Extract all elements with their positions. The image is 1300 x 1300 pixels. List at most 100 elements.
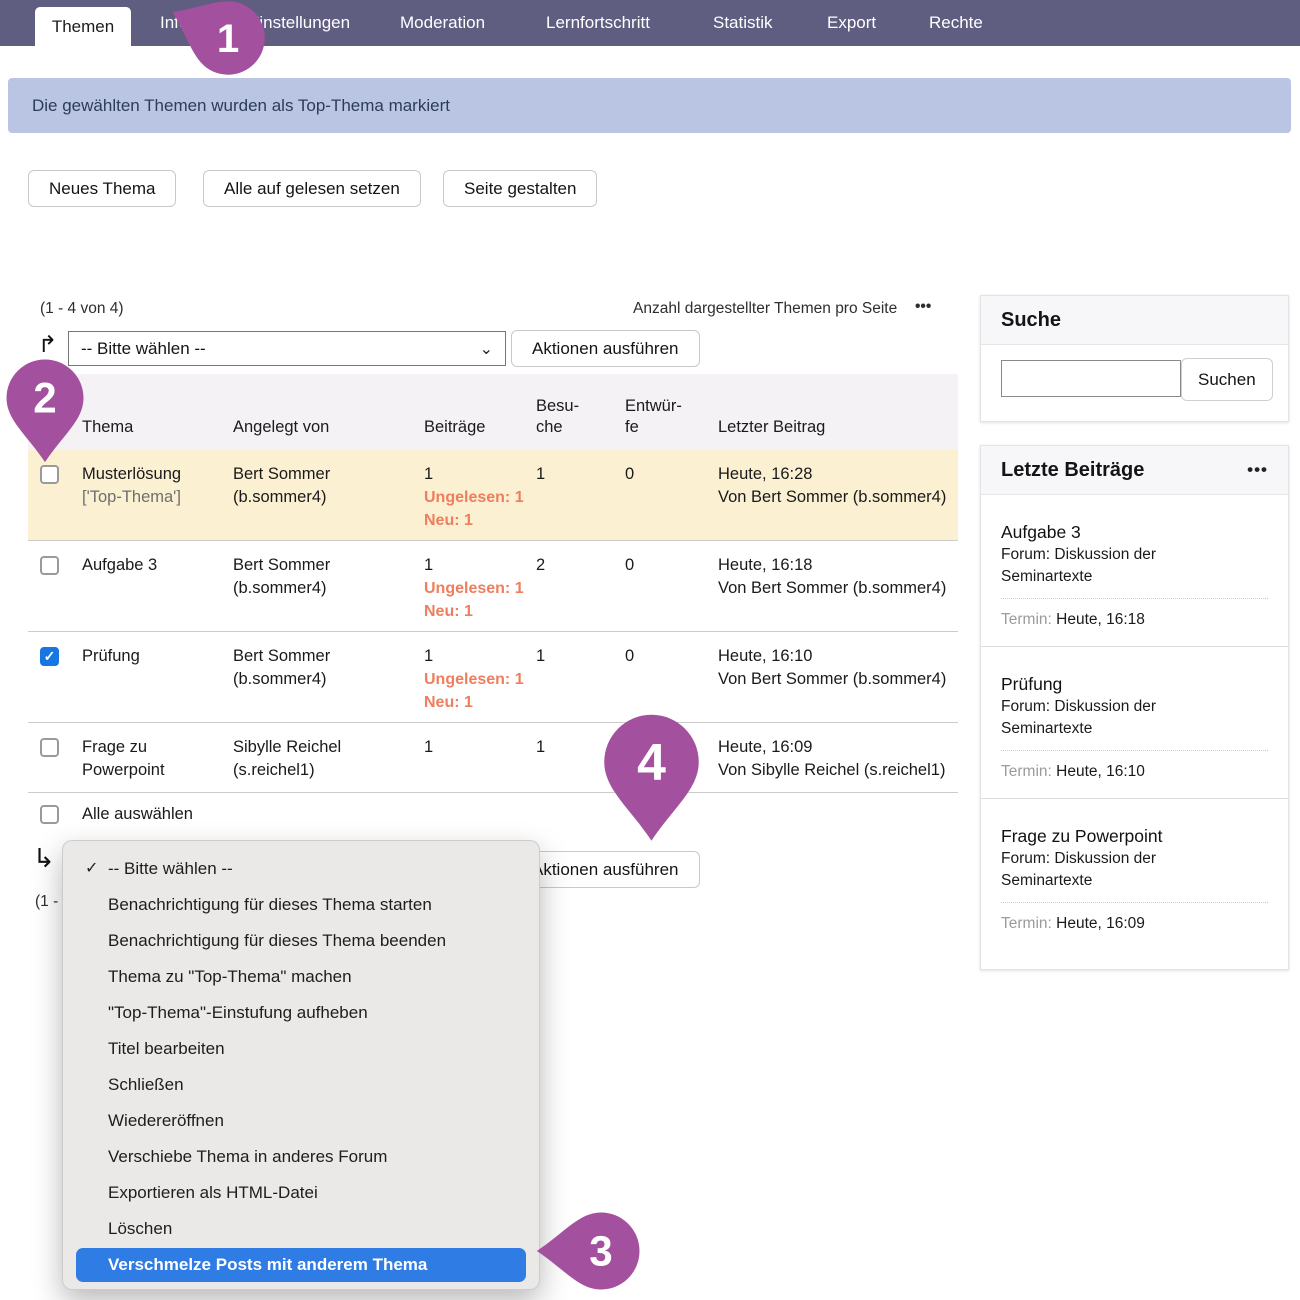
new-count: Neu: 1 <box>424 691 536 714</box>
tab-rechte[interactable]: Rechte <box>929 0 983 46</box>
tab-einstellungen[interactable]: Einstellungen <box>248 0 350 46</box>
last-post-time: Heute, 16:18 <box>718 554 958 577</box>
search-button[interactable]: Suchen <box>1181 358 1273 401</box>
topic-author: Bert Sommer (b.sommer4) <box>233 463 413 509</box>
action-select-value: -- Bitte wählen -- <box>81 339 206 359</box>
menu-item-label: Löschen <box>108 1219 172 1238</box>
topic-title[interactable]: Frage zu Powerpoint <box>82 738 165 779</box>
list-item: Frage zu Powerpoint Forum: Diskussion de… <box>981 799 1288 950</box>
menu-item-top-thema-machen[interactable]: Thema zu "Top-Thema" machen <box>63 959 539 995</box>
latest-posts-title: Letzte Beiträge <box>1001 459 1144 482</box>
checkmark-icon: ✓ <box>85 851 103 887</box>
menu-item-label: Titel bearbeiten <box>108 1039 225 1058</box>
menu-item-verschiebe-thema[interactable]: Verschiebe Thema in anderes Forum <box>63 1139 539 1175</box>
visits-count: 1 <box>536 463 545 486</box>
col-author: Angelegt von <box>233 417 329 438</box>
menu-item-label: Benachrichtigung für dieses Thema starte… <box>108 895 432 914</box>
design-page-button[interactable]: Seite gestalten <box>443 170 597 207</box>
row-checkbox[interactable] <box>40 738 59 757</box>
row-checkbox-checked[interactable]: ✓ <box>40 647 59 666</box>
topic-title[interactable]: Prüfung <box>82 647 140 665</box>
menu-item-bitte-waehlen[interactable]: ✓ -- Bitte wählen -- <box>63 851 539 887</box>
tab-export[interactable]: Export <box>827 0 876 46</box>
drafts-count: 0 <box>625 645 634 668</box>
termin-value: Heute, 16:09 <box>1056 915 1145 932</box>
success-banner: Die gewählten Themen wurden als Top-Them… <box>8 78 1291 133</box>
list-item: Prüfung Forum: Diskussion der Seminartex… <box>981 647 1288 799</box>
col-last-post: Letzter Beitrag <box>718 417 825 438</box>
per-page-label: Anzahl dargestellter Themen pro Seite <box>633 300 897 318</box>
panel-more-icon[interactable]: ••• <box>1247 460 1268 480</box>
menu-item-titel-bearbeiten[interactable]: Titel bearbeiten <box>63 1031 539 1067</box>
last-post-author: Von Bert Sommer (b.sommer4) <box>718 486 958 509</box>
dotted-divider <box>1001 598 1268 599</box>
unread-count: Ungelesen: 1 <box>424 668 536 691</box>
col-visits: Besu-che <box>536 396 592 438</box>
menu-item-wiedereroeffnen[interactable]: Wiedereröffnen <box>63 1103 539 1139</box>
unread-count: Ungelesen: 1 <box>424 486 536 509</box>
recent-post-title[interactable]: Aufgabe 3 <box>1001 520 1268 544</box>
mark-all-read-button[interactable]: Alle auf gelesen setzen <box>203 170 421 207</box>
apply-down-arrow-icon: ↳ <box>33 843 55 874</box>
recent-post-title[interactable]: Frage zu Powerpoint <box>1001 824 1268 848</box>
forum-admin-page: Themen Info Einstellungen Moderation Ler… <box>0 0 1300 1300</box>
table-row: Musterlösung ['Top-Thema'] Bert Sommer (… <box>28 450 958 540</box>
termin-label: Termin: <box>1001 915 1052 932</box>
topic-title[interactable]: Musterlösung <box>82 465 181 483</box>
recent-post-forum: Forum: Diskussion der Seminartexte <box>1001 696 1251 740</box>
tab-info[interactable]: Info <box>160 0 188 46</box>
table-row: ✓ Prüfung Bert Sommer (b.sommer4) 1 Unge… <box>28 631 958 722</box>
unread-count: Ungelesen: 1 <box>424 577 536 600</box>
menu-item-exportieren-html[interactable]: Exportieren als HTML-Datei <box>63 1175 539 1211</box>
search-input[interactable] <box>1001 360 1181 397</box>
tab-statistik[interactable]: Statistik <box>713 0 773 46</box>
last-post-time: Heute, 16:10 <box>718 645 958 668</box>
select-all-row: Alle auswählen <box>28 792 958 838</box>
drafts-count: 0 <box>625 554 634 577</box>
posts-count: 1 <box>424 465 433 483</box>
search-panel: Suche Suchen <box>980 295 1289 422</box>
termin-label: Termin: <box>1001 763 1052 780</box>
last-post-author: Von Sibylle Reichel (s.reichel1) <box>718 759 958 782</box>
topics-table: Thema Angelegt von Beiträge Besu-che Ent… <box>28 374 958 838</box>
range-label: (1 - 4 von 4) <box>40 300 124 318</box>
menu-item-benachrichtigung-beenden[interactable]: Benachrichtigung für dieses Thema beende… <box>63 923 539 959</box>
topic-author: Bert Sommer (b.sommer4) <box>233 554 413 600</box>
tab-moderation[interactable]: Moderation <box>400 0 485 46</box>
new-count: Neu: 1 <box>424 509 536 532</box>
menu-item-schliessen[interactable]: Schließen <box>63 1067 539 1103</box>
termin-label: Termin: <box>1001 611 1052 628</box>
topic-title[interactable]: Aufgabe 3 <box>82 556 157 574</box>
select-all-checkbox[interactable] <box>40 805 59 824</box>
recent-post-title[interactable]: Prüfung <box>1001 672 1268 696</box>
list-item: Aufgabe 3 Forum: Diskussion der Seminart… <box>981 495 1288 647</box>
col-drafts: Entwür-fe <box>625 396 681 438</box>
termin-value: Heute, 16:18 <box>1056 611 1145 628</box>
last-post-author: Von Bert Sommer (b.sommer4) <box>718 668 958 691</box>
search-panel-title: Suche <box>1001 309 1061 332</box>
tab-lernfortschritt[interactable]: Lernfortschritt <box>546 0 650 46</box>
apply-actions-button[interactable]: Aktionen ausführen <box>511 330 700 367</box>
dotted-divider <box>1001 750 1268 751</box>
select-all-label: Alle auswählen <box>82 803 302 826</box>
menu-item-label: -- Bitte wählen -- <box>108 859 233 878</box>
row-checkbox[interactable] <box>40 556 59 575</box>
menu-item-top-thema-aufheben[interactable]: "Top-Thema"-Einstufung aufheben <box>63 995 539 1031</box>
menu-item-loeschen[interactable]: Löschen <box>63 1211 539 1247</box>
per-page-more-icon[interactable]: ••• <box>915 298 931 316</box>
svg-text:3: 3 <box>589 1228 612 1275</box>
new-topic-button[interactable]: Neues Thema <box>28 170 176 207</box>
action-select-menu: ✓ -- Bitte wählen -- Benachrichtigung fü… <box>62 840 540 1290</box>
last-post-time: Heute, 16:28 <box>718 463 958 486</box>
row-checkbox[interactable] <box>40 465 59 484</box>
menu-item-label: Wiedereröffnen <box>108 1111 224 1130</box>
posts-count: 1 <box>424 738 433 756</box>
new-count: Neu: 1 <box>424 600 536 623</box>
tab-themen[interactable]: Themen <box>35 7 131 46</box>
topic-author: Sibylle Reichel (s.reichel1) <box>233 736 413 782</box>
action-select[interactable]: -- Bitte wählen -- ⌄ <box>68 331 506 366</box>
menu-item-label: Benachrichtigung für dieses Thema beende… <box>108 931 446 950</box>
table-row: Aufgabe 3 Bert Sommer (b.sommer4) 1 Unge… <box>28 540 958 631</box>
menu-item-verschmelze-posts[interactable]: Verschmelze Posts mit anderem Thema <box>76 1248 526 1282</box>
menu-item-benachrichtigung-starten[interactable]: Benachrichtigung für dieses Thema starte… <box>63 887 539 923</box>
